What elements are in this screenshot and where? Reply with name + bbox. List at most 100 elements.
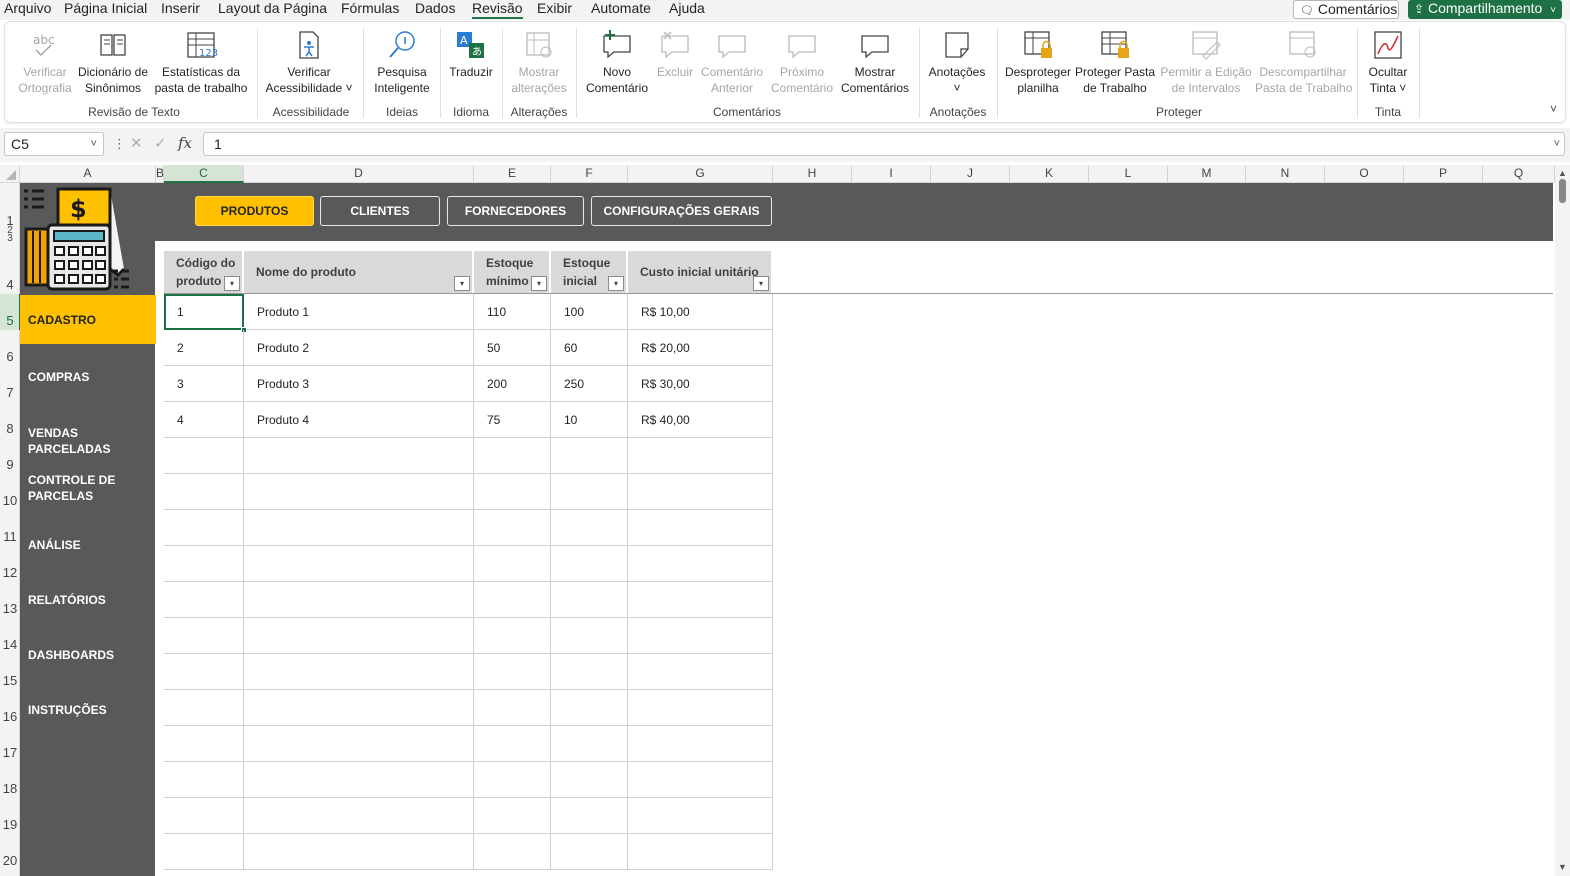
- vertical-scrollbar[interactable]: ▲ ▼: [1555, 165, 1570, 876]
- check-accessibility-button[interactable]: Verificar Acessibilidade ˅: [263, 28, 355, 96]
- row-header-20[interactable]: 20: [0, 853, 20, 868]
- unprotect-sheet-button[interactable]: Desproteger planilha: [1003, 28, 1073, 96]
- smart-lookup-button[interactable]: Pesquisa Inteligente: [369, 28, 435, 96]
- next-comment-button[interactable]: Próximo Comentário: [769, 28, 835, 96]
- empty-cell[interactable]: [244, 690, 474, 726]
- header-estoque-inicial[interactable]: Estoque inicial ▾: [551, 251, 628, 293]
- sidebar-item-relatorios[interactable]: RELATÓRIOS: [20, 592, 156, 608]
- new-comment-button[interactable]: Novo Comentário: [583, 28, 651, 96]
- previous-comment-button[interactable]: Comentário Anterior: [699, 28, 765, 96]
- more-options-icon[interactable]: ⋮: [113, 136, 126, 152]
- empty-cell[interactable]: [551, 618, 628, 654]
- row-header-19[interactable]: 19: [0, 817, 20, 832]
- empty-cell[interactable]: [164, 546, 244, 582]
- empty-cell[interactable]: [244, 582, 474, 618]
- column-header-m[interactable]: M: [1168, 165, 1246, 183]
- scroll-down-icon[interactable]: ▼: [1558, 862, 1567, 872]
- sidebar-item-analise[interactable]: ANÁLISE: [20, 537, 156, 553]
- empty-cell[interactable]: [164, 618, 244, 654]
- sidebar-item-vendas-parceladas[interactable]: VENDAS PARCELADAS: [20, 425, 156, 457]
- delete-comment-button[interactable]: Excluir: [653, 28, 697, 80]
- column-header-l[interactable]: L: [1089, 165, 1168, 183]
- empty-cell[interactable]: [244, 834, 474, 870]
- thesaurus-button[interactable]: Dicionário de Sinônimos: [77, 28, 149, 96]
- empty-cell[interactable]: [164, 834, 244, 870]
- empty-cell[interactable]: [164, 762, 244, 798]
- cell-d7[interactable]: Produto 3: [244, 366, 474, 402]
- empty-cell[interactable]: [628, 510, 773, 546]
- empty-cell[interactable]: [164, 726, 244, 762]
- cell-f5[interactable]: 100: [551, 294, 628, 330]
- tab-inserir[interactable]: Inserir: [161, 0, 200, 20]
- cell-d8[interactable]: Produto 4: [244, 402, 474, 438]
- empty-cell[interactable]: [628, 834, 773, 870]
- column-header-b[interactable]: B: [156, 165, 164, 183]
- empty-cell[interactable]: [164, 510, 244, 546]
- sidebar-item-cadastro[interactable]: CADASTRO: [20, 295, 156, 344]
- nav-tab-configuracoes-gerais[interactable]: CONFIGURAÇÕES GERAIS: [591, 196, 772, 226]
- empty-cell[interactable]: [474, 798, 551, 834]
- empty-cell[interactable]: [551, 546, 628, 582]
- column-header-d[interactable]: D: [244, 165, 474, 183]
- filter-dropdown-icon[interactable]: ▾: [608, 276, 624, 291]
- row-header-12[interactable]: 12: [0, 565, 20, 580]
- empty-cell[interactable]: [551, 654, 628, 690]
- row-header-4[interactable]: 4: [0, 277, 20, 292]
- sidebar-item-compras[interactable]: COMPRAS: [20, 369, 156, 385]
- column-header-i[interactable]: I: [852, 165, 931, 183]
- row-header-6[interactable]: 6: [0, 349, 20, 364]
- cell-c5[interactable]: 1: [164, 294, 244, 330]
- filter-dropdown-icon[interactable]: ▾: [531, 276, 547, 291]
- column-header-c[interactable]: C: [164, 165, 244, 183]
- column-header-o[interactable]: O: [1325, 165, 1404, 183]
- empty-cell[interactable]: [551, 834, 628, 870]
- empty-cell[interactable]: [474, 762, 551, 798]
- empty-cell[interactable]: [551, 510, 628, 546]
- empty-cell[interactable]: [244, 618, 474, 654]
- nav-tab-clientes[interactable]: CLIENTES: [320, 196, 440, 226]
- row-header-18[interactable]: 18: [0, 781, 20, 796]
- cell-e5[interactable]: 110: [474, 294, 551, 330]
- translate-button[interactable]: Aあ Traduzir: [445, 28, 497, 80]
- empty-cell[interactable]: [474, 510, 551, 546]
- empty-cell[interactable]: [244, 762, 474, 798]
- header-nome-do-produto[interactable]: Nome do produto ▾: [244, 251, 474, 293]
- column-header-a[interactable]: A: [20, 165, 156, 183]
- cell-c8[interactable]: 4: [164, 402, 244, 438]
- tab-pagina-inicial[interactable]: Página Inicial: [64, 0, 147, 20]
- empty-cell[interactable]: [474, 726, 551, 762]
- row-header-16[interactable]: 16: [0, 709, 20, 724]
- sidebar-item-controle-de-parcelas[interactable]: CONTROLE DE PARCELAS: [20, 472, 130, 504]
- nav-tab-produtos[interactable]: PRODUTOS: [195, 196, 314, 226]
- insert-function-icon[interactable]: fx: [178, 134, 192, 152]
- empty-cell[interactable]: [551, 762, 628, 798]
- empty-cell[interactable]: [474, 618, 551, 654]
- empty-cell[interactable]: [628, 474, 773, 510]
- empty-cell[interactable]: [551, 690, 628, 726]
- expand-formula-chevron-icon[interactable]: ˅: [1554, 133, 1560, 155]
- unshare-workbook-button[interactable]: Descompartilhar Pasta de Trabalho: [1255, 28, 1352, 96]
- nav-tab-fornecedores[interactable]: FORNECEDORES: [447, 196, 584, 226]
- empty-cell[interactable]: [628, 798, 773, 834]
- empty-cell[interactable]: [474, 654, 551, 690]
- show-changes-button[interactable]: Mostrar alterações: [507, 28, 571, 96]
- tab-exibir[interactable]: Exibir: [537, 0, 572, 20]
- empty-cell[interactable]: [628, 438, 773, 474]
- empty-cell[interactable]: [551, 582, 628, 618]
- column-header-n[interactable]: N: [1246, 165, 1325, 183]
- row-header-3[interactable]: 3: [0, 233, 20, 244]
- filter-dropdown-icon[interactable]: ▾: [753, 276, 769, 291]
- tab-arquivo[interactable]: Arquivo: [4, 0, 51, 20]
- column-header-p[interactable]: P: [1404, 165, 1483, 183]
- empty-cell[interactable]: [244, 438, 474, 474]
- empty-cell[interactable]: [164, 654, 244, 690]
- cell-g6[interactable]: R$ 20,00: [628, 330, 773, 366]
- cell-e7[interactable]: 200: [474, 366, 551, 402]
- tab-dados[interactable]: Dados: [415, 0, 455, 20]
- notes-button[interactable]: Anotações ˅: [925, 28, 989, 96]
- formula-input[interactable]: 1 ˅: [203, 132, 1565, 156]
- show-comments-button[interactable]: Mostrar Comentários: [839, 28, 911, 96]
- column-header-k[interactable]: K: [1010, 165, 1089, 183]
- share-button[interactable]: ⇪ Compartilhamento ˅: [1408, 0, 1562, 19]
- select-all-corner[interactable]: [0, 165, 20, 183]
